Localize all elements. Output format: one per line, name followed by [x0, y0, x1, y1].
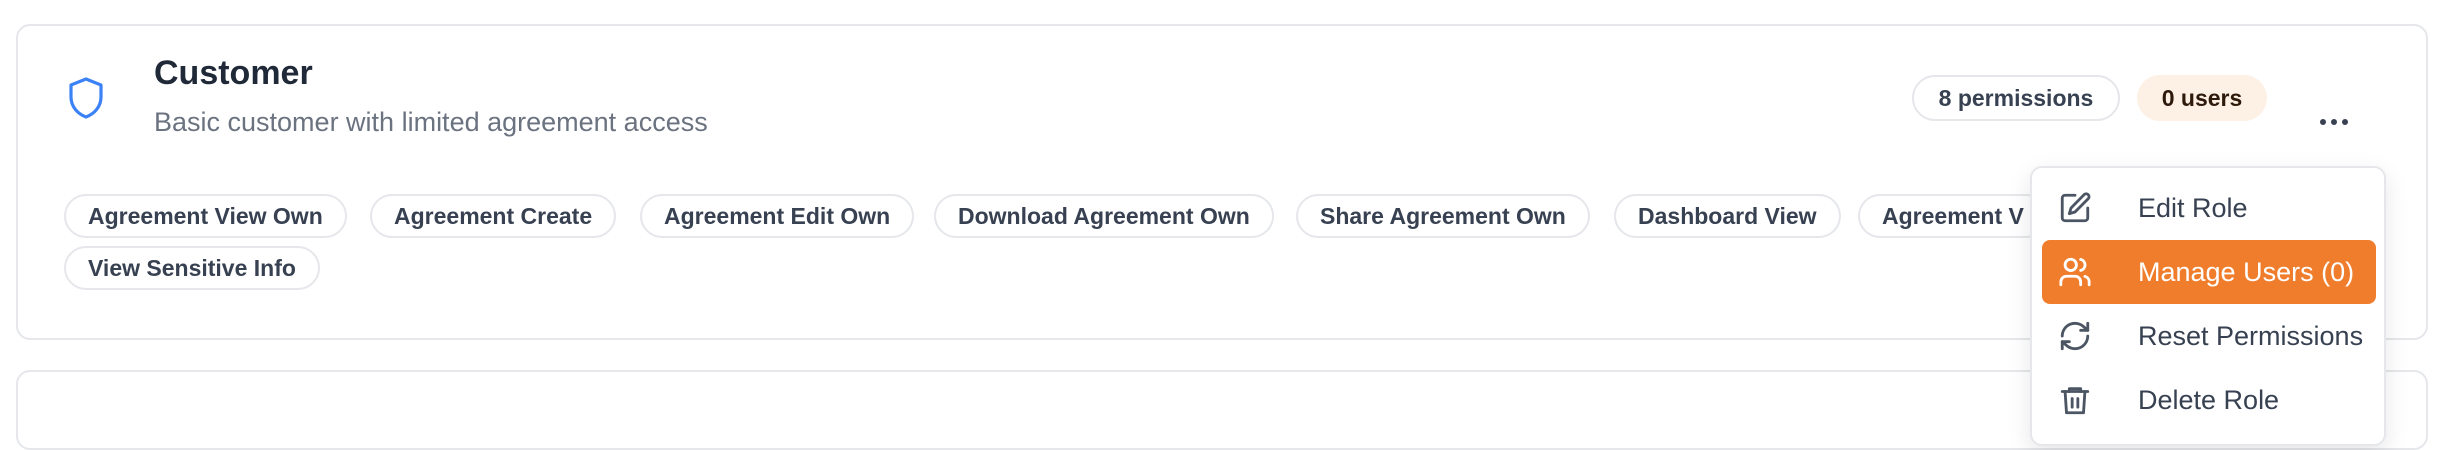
- menu-item-edit-role[interactable]: Edit Role: [2042, 176, 2376, 240]
- menu-item-delete-role[interactable]: Delete Role: [2042, 368, 2376, 432]
- permission-tag: Agreement V: [1858, 194, 2048, 238]
- more-options-button[interactable]: [2312, 100, 2356, 144]
- menu-item-reset-permissions[interactable]: Reset Permissions: [2042, 304, 2376, 368]
- permission-tag: Agreement Create: [370, 194, 617, 238]
- users-count-badge: 0 users: [2137, 75, 2267, 121]
- trash-icon: [2058, 383, 2092, 417]
- menu-item-label: Edit Role: [2138, 192, 2248, 223]
- menu-item-manage-users[interactable]: Manage Users (0): [2042, 240, 2376, 304]
- role-description: Basic customer with limited agreement ac…: [154, 107, 708, 137]
- permission-tag: Download Agreement Own: [934, 194, 1274, 238]
- role-actions-menu: Edit Role Manage Users (0) Reset Permiss…: [2030, 166, 2386, 446]
- menu-item-label: Manage Users (0): [2138, 256, 2355, 287]
- permission-tag: View Sensitive Info: [64, 246, 320, 290]
- shield-icon: [66, 76, 106, 120]
- menu-item-label: Reset Permissions: [2138, 320, 2364, 351]
- more-icon: [2320, 119, 2326, 125]
- edit-icon: [2058, 191, 2092, 225]
- refresh-icon: [2058, 319, 2092, 353]
- menu-item-label: Delete Role: [2138, 384, 2280, 415]
- permission-tag: Share Agreement Own: [1296, 194, 1590, 238]
- role-title: Customer: [154, 54, 313, 92]
- users-icon: [2058, 255, 2092, 289]
- permission-tag: Agreement View Own: [64, 194, 347, 238]
- permission-tag: Dashboard View: [1614, 194, 1841, 238]
- permission-tag: Agreement Edit Own: [640, 194, 915, 238]
- permissions-count-badge: 8 permissions: [1912, 75, 2120, 121]
